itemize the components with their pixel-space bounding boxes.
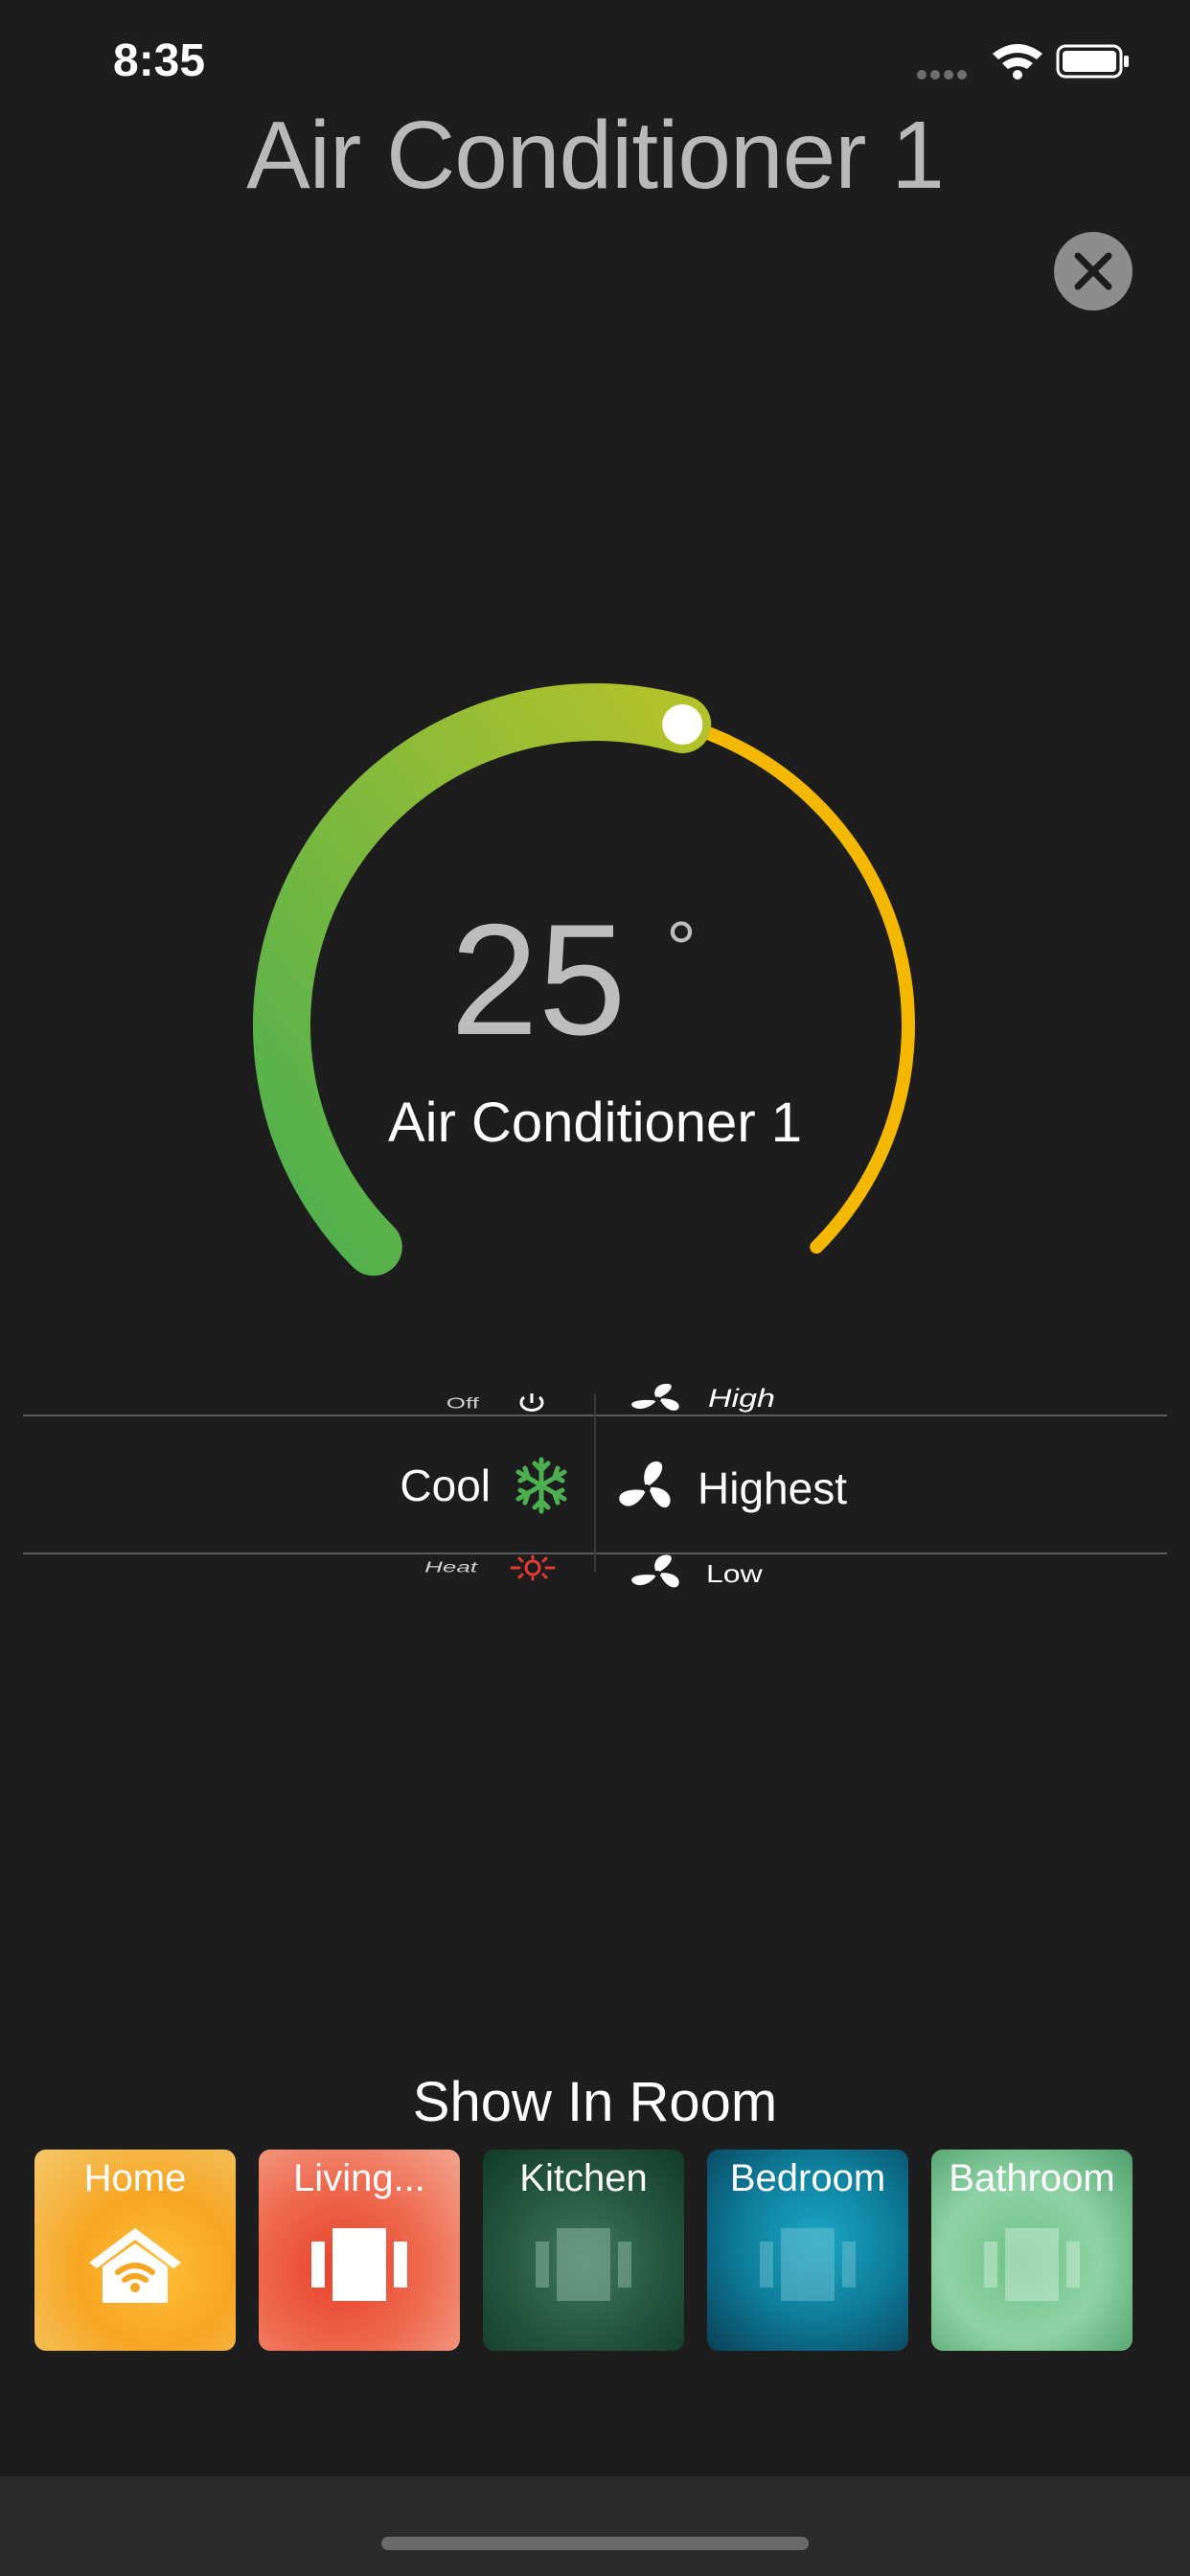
- room-tile-home[interactable]: Home: [34, 2150, 236, 2351]
- mode-option-heat[interactable]: Heat: [424, 1552, 594, 1582]
- room-label: Bedroom: [729, 2157, 886, 2199]
- dial-knob[interactable]: [656, 698, 709, 750]
- room-tile-living[interactable]: Living...: [259, 2150, 460, 2351]
- fan-selected-label: Highest: [698, 1463, 847, 1513]
- picker-divider: [594, 1394, 596, 1572]
- room-label: Home: [83, 2157, 187, 2199]
- room-tile-bathroom[interactable]: Bathroom: [931, 2150, 1133, 2351]
- device-name: Air Conditioner 1: [388, 1092, 802, 1154]
- room-label: Bathroom: [949, 2157, 1115, 2199]
- room-icon: [536, 2228, 631, 2301]
- power-icon: [519, 1392, 544, 1412]
- room-tile-bedroom[interactable]: Bedroom: [707, 2150, 908, 2351]
- wifi-house-icon: [89, 2228, 181, 2303]
- ac-control-screen: 8:35 Air Conditioner 1 25 ° Air Conditio…: [0, 0, 1190, 2576]
- rooms-section-title: Show In Room: [412, 2071, 778, 2133]
- room-icon: [311, 2228, 407, 2301]
- home-indicator[interactable]: [381, 2537, 809, 2550]
- mode-option-label: Heat: [424, 1558, 477, 1576]
- snowflake-icon: [515, 1457, 567, 1514]
- fan-option-highest[interactable]: Highest: [613, 1455, 847, 1522]
- room-label: Kitchen: [519, 2157, 648, 2199]
- fan-option-label: High: [708, 1383, 775, 1414]
- fan-option-label: Low: [706, 1559, 763, 1587]
- room-icon: [984, 2228, 1080, 2301]
- heat-arc: [675, 717, 915, 1254]
- fan-option-low[interactable]: Low: [628, 1552, 763, 1595]
- mode-option-cool[interactable]: Cool: [400, 1456, 594, 1515]
- temperature-value: 25: [450, 891, 627, 1068]
- degree-symbol: °: [666, 906, 697, 991]
- sun-icon: [510, 1554, 556, 1580]
- fan-icon: [631, 1554, 679, 1588]
- room-icon: [760, 2228, 856, 2301]
- room-tile-kitchen[interactable]: Kitchen: [483, 2150, 684, 2351]
- fan-icon: [619, 1461, 671, 1508]
- mode-selected-label: Cool: [400, 1460, 491, 1510]
- bottom-bar: [0, 2476, 1190, 2576]
- fan-option-high[interactable]: High: [628, 1380, 775, 1417]
- fan-icon: [631, 1383, 679, 1411]
- mode-option-label: Off: [446, 1394, 479, 1413]
- room-label: Living...: [293, 2157, 425, 2199]
- mode-option-off[interactable]: Off: [446, 1389, 594, 1418]
